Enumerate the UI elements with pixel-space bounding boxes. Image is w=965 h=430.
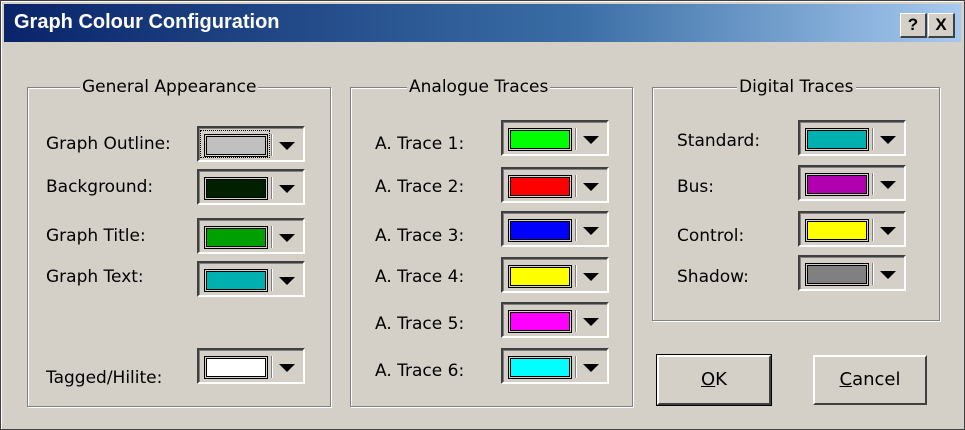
trace-5-swatch: [510, 312, 570, 331]
graph-text-colour-dropdown[interactable]: [197, 261, 305, 297]
chevron-down-icon[interactable]: [583, 183, 599, 191]
chevron-down-icon[interactable]: [583, 318, 599, 326]
chevron-down-icon[interactable]: [880, 181, 896, 189]
trace-6-label: A. Trace 6:: [375, 361, 465, 381]
graph-title-swatch: [206, 228, 266, 247]
trace-6-swatch: [510, 358, 570, 377]
trace-3-label: A. Trace 3:: [375, 226, 465, 246]
trace-2-swatch: [510, 177, 570, 196]
trace-5-label: A. Trace 5:: [375, 314, 465, 334]
shadow-swatch: [807, 265, 867, 284]
chevron-down-icon[interactable]: [279, 277, 295, 285]
tagged-hilite-label: Tagged/Hilite:: [46, 368, 163, 388]
chevron-down-icon[interactable]: [279, 234, 295, 242]
chevron-down-icon[interactable]: [279, 185, 295, 193]
trace-6-colour-dropdown[interactable]: [501, 348, 609, 384]
window-title: Graph Colour Configuration: [14, 11, 280, 33]
trace-1-swatch: [510, 130, 570, 149]
chevron-down-icon[interactable]: [880, 136, 896, 144]
analogue-traces-legend: Analogue Traces: [407, 77, 551, 97]
trace-1-label: A. Trace 1:: [375, 134, 465, 154]
trace-4-label: A. Trace 4:: [375, 267, 465, 287]
bus-colour-dropdown[interactable]: [798, 165, 906, 201]
shadow-label: Shadow:: [677, 267, 749, 287]
trace-4-colour-dropdown[interactable]: [501, 257, 609, 293]
shadow-colour-dropdown[interactable]: [798, 255, 906, 291]
trace-5-colour-dropdown[interactable]: [501, 302, 609, 338]
digital-traces-legend: Digital Traces: [737, 77, 856, 97]
chevron-down-icon[interactable]: [583, 136, 599, 144]
general-appearance-legend: General Appearance: [80, 77, 259, 97]
standard-swatch: [807, 130, 867, 149]
graph-text-label: Graph Text:: [46, 267, 144, 287]
standard-label: Standard:: [677, 131, 761, 151]
control-swatch: [807, 221, 867, 240]
graph-title-label: Graph Title:: [46, 226, 146, 246]
trace-3-colour-dropdown[interactable]: [501, 211, 609, 247]
cancel-mnemonic: C: [839, 369, 853, 390]
chevron-down-icon[interactable]: [583, 273, 599, 281]
background-colour-dropdown[interactable]: [197, 169, 305, 205]
background-label: Background:: [46, 177, 154, 197]
ok-button[interactable]: OK: [656, 354, 772, 406]
trace-3-swatch: [510, 221, 570, 240]
ok-mnemonic: O: [701, 369, 716, 390]
chevron-down-icon[interactable]: [279, 364, 295, 372]
background-swatch: [206, 179, 266, 198]
bus-swatch: [807, 175, 867, 194]
control-colour-dropdown[interactable]: [798, 211, 906, 247]
standard-colour-dropdown[interactable]: [798, 120, 906, 156]
chevron-down-icon[interactable]: [583, 227, 599, 235]
graph-outline-label: Graph Outline:: [46, 134, 171, 154]
chevron-down-icon[interactable]: [880, 227, 896, 235]
trace-2-colour-dropdown[interactable]: [501, 167, 609, 203]
trace-2-label: A. Trace 2:: [375, 177, 465, 197]
graph-text-swatch: [206, 271, 266, 290]
chevron-down-icon[interactable]: [880, 271, 896, 279]
cancel-label-rest: ancel: [852, 369, 901, 390]
bus-label: Bus:: [677, 177, 715, 197]
graph-colour-dialog: Graph Colour Configuration ? X General A…: [0, 0, 965, 430]
chevron-down-icon[interactable]: [279, 142, 295, 150]
tagged-hilite-swatch: [206, 358, 266, 377]
trace-1-colour-dropdown[interactable]: [501, 120, 609, 156]
control-label: Control:: [677, 226, 745, 246]
cancel-button[interactable]: Cancel: [813, 355, 927, 405]
tagged-hilite-colour-dropdown[interactable]: [197, 348, 305, 384]
graph-title-colour-dropdown[interactable]: [197, 218, 305, 254]
trace-4-swatch: [510, 267, 570, 286]
close-button[interactable]: X: [928, 13, 955, 38]
help-icon: ?: [907, 15, 919, 34]
graph-outline-colour-dropdown[interactable]: [197, 126, 305, 162]
title-bar[interactable]: Graph Colour Configuration ? X: [4, 4, 961, 42]
close-icon: X: [935, 15, 947, 34]
graph-outline-swatch: [206, 136, 266, 155]
chevron-down-icon[interactable]: [583, 364, 599, 372]
help-button[interactable]: ?: [900, 13, 927, 38]
ok-label-rest: K: [715, 369, 727, 390]
